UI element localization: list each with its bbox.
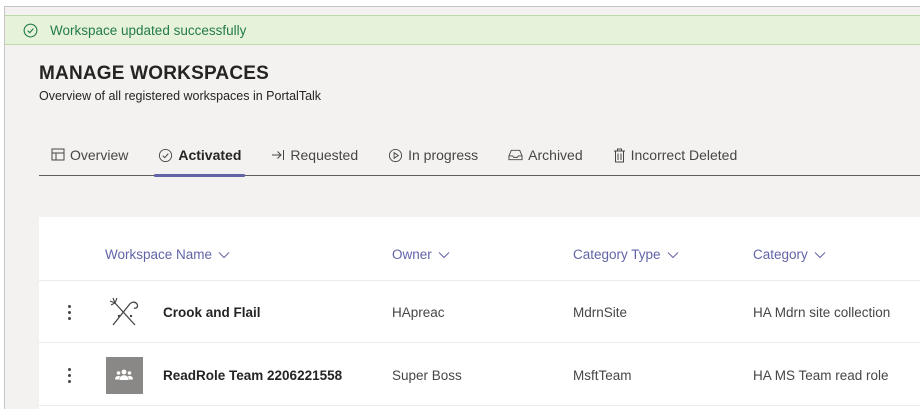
category-type-cell: MsftTeam (573, 367, 632, 383)
tab-activated[interactable]: Activated (146, 135, 253, 177)
play-circle-icon (389, 148, 403, 162)
column-header-label: Category (753, 247, 808, 262)
column-header-workspace-name[interactable]: Workspace Name (105, 247, 230, 262)
tab-archived[interactable]: Archived (496, 135, 594, 175)
column-header-label: Workspace Name (105, 247, 213, 262)
column-header-category[interactable]: Category (753, 247, 826, 262)
chevron-down-icon (218, 251, 230, 258)
team-icon (105, 356, 143, 394)
table-row[interactable]: Crook and Flail HApreac MdrnSite HA Mdrn… (39, 281, 920, 343)
category-type-cell: MdrnSite (573, 304, 628, 320)
more-options-button[interactable] (61, 344, 77, 406)
category-cell: HA Mdrn site collection (753, 304, 891, 320)
check-circle-icon (23, 23, 38, 37)
tab-requested[interactable]: Requested (259, 135, 370, 175)
tab-label: Activated (178, 147, 242, 163)
column-header-label: Owner (392, 247, 432, 262)
owner-cell: Super Boss (392, 367, 462, 383)
workspace-name[interactable]: ReadRole Team 2206221558 (163, 344, 342, 406)
category-cell: HA MS Team read role (753, 367, 889, 383)
tab-label: Incorrect Deleted (630, 147, 738, 163)
more-options-button[interactable] (61, 281, 77, 343)
tab-label: Requested (290, 147, 359, 163)
trash-icon (613, 148, 625, 162)
arrow-right-bar-icon (272, 150, 285, 160)
page-title: MANAGE WORKSPACES (39, 63, 269, 84)
workspace-table: Workspace Name Owner Category Type Categ… (39, 217, 920, 409)
inbox-icon (508, 149, 523, 161)
more-vertical-icon (67, 366, 71, 384)
owner-cell: HApreac (392, 304, 445, 320)
chevron-down-icon (667, 251, 678, 258)
chevron-down-icon (814, 251, 826, 258)
app-frame: Workspace updated successfully MANAGE WO… (4, 6, 920, 409)
team-icon-cell (105, 344, 143, 406)
tab-incorrect-deleted[interactable]: Incorrect Deleted (601, 135, 750, 175)
column-header-owner[interactable]: Owner (392, 247, 450, 262)
column-header-category-type[interactable]: Category Type (573, 247, 679, 262)
tab-label: Archived (528, 147, 583, 163)
page-subtitle: Overview of all registered workspaces in… (39, 89, 322, 103)
table-row[interactable]: ReadRole Team 2206221558 Super Boss Msft… (39, 344, 920, 406)
check-circle-icon (159, 148, 173, 162)
more-vertical-icon (67, 303, 71, 321)
column-header-label: Category Type (573, 247, 661, 262)
tab-label: Overview (70, 147, 129, 163)
banner-message: Workspace updated successfully (50, 22, 247, 38)
tab-label: In progress (408, 147, 479, 163)
crook-and-flail-icon (105, 281, 143, 343)
tab-in-progress[interactable]: In progress (376, 135, 490, 175)
chevron-down-icon (438, 251, 450, 258)
success-banner: Workspace updated successfully (5, 15, 920, 45)
tab-overview[interactable]: Overview (39, 135, 140, 175)
workspace-name[interactable]: Crook and Flail (163, 281, 261, 343)
overview-icon (51, 148, 65, 161)
tab-bar: Overview Activated Requested In progress (39, 135, 920, 177)
